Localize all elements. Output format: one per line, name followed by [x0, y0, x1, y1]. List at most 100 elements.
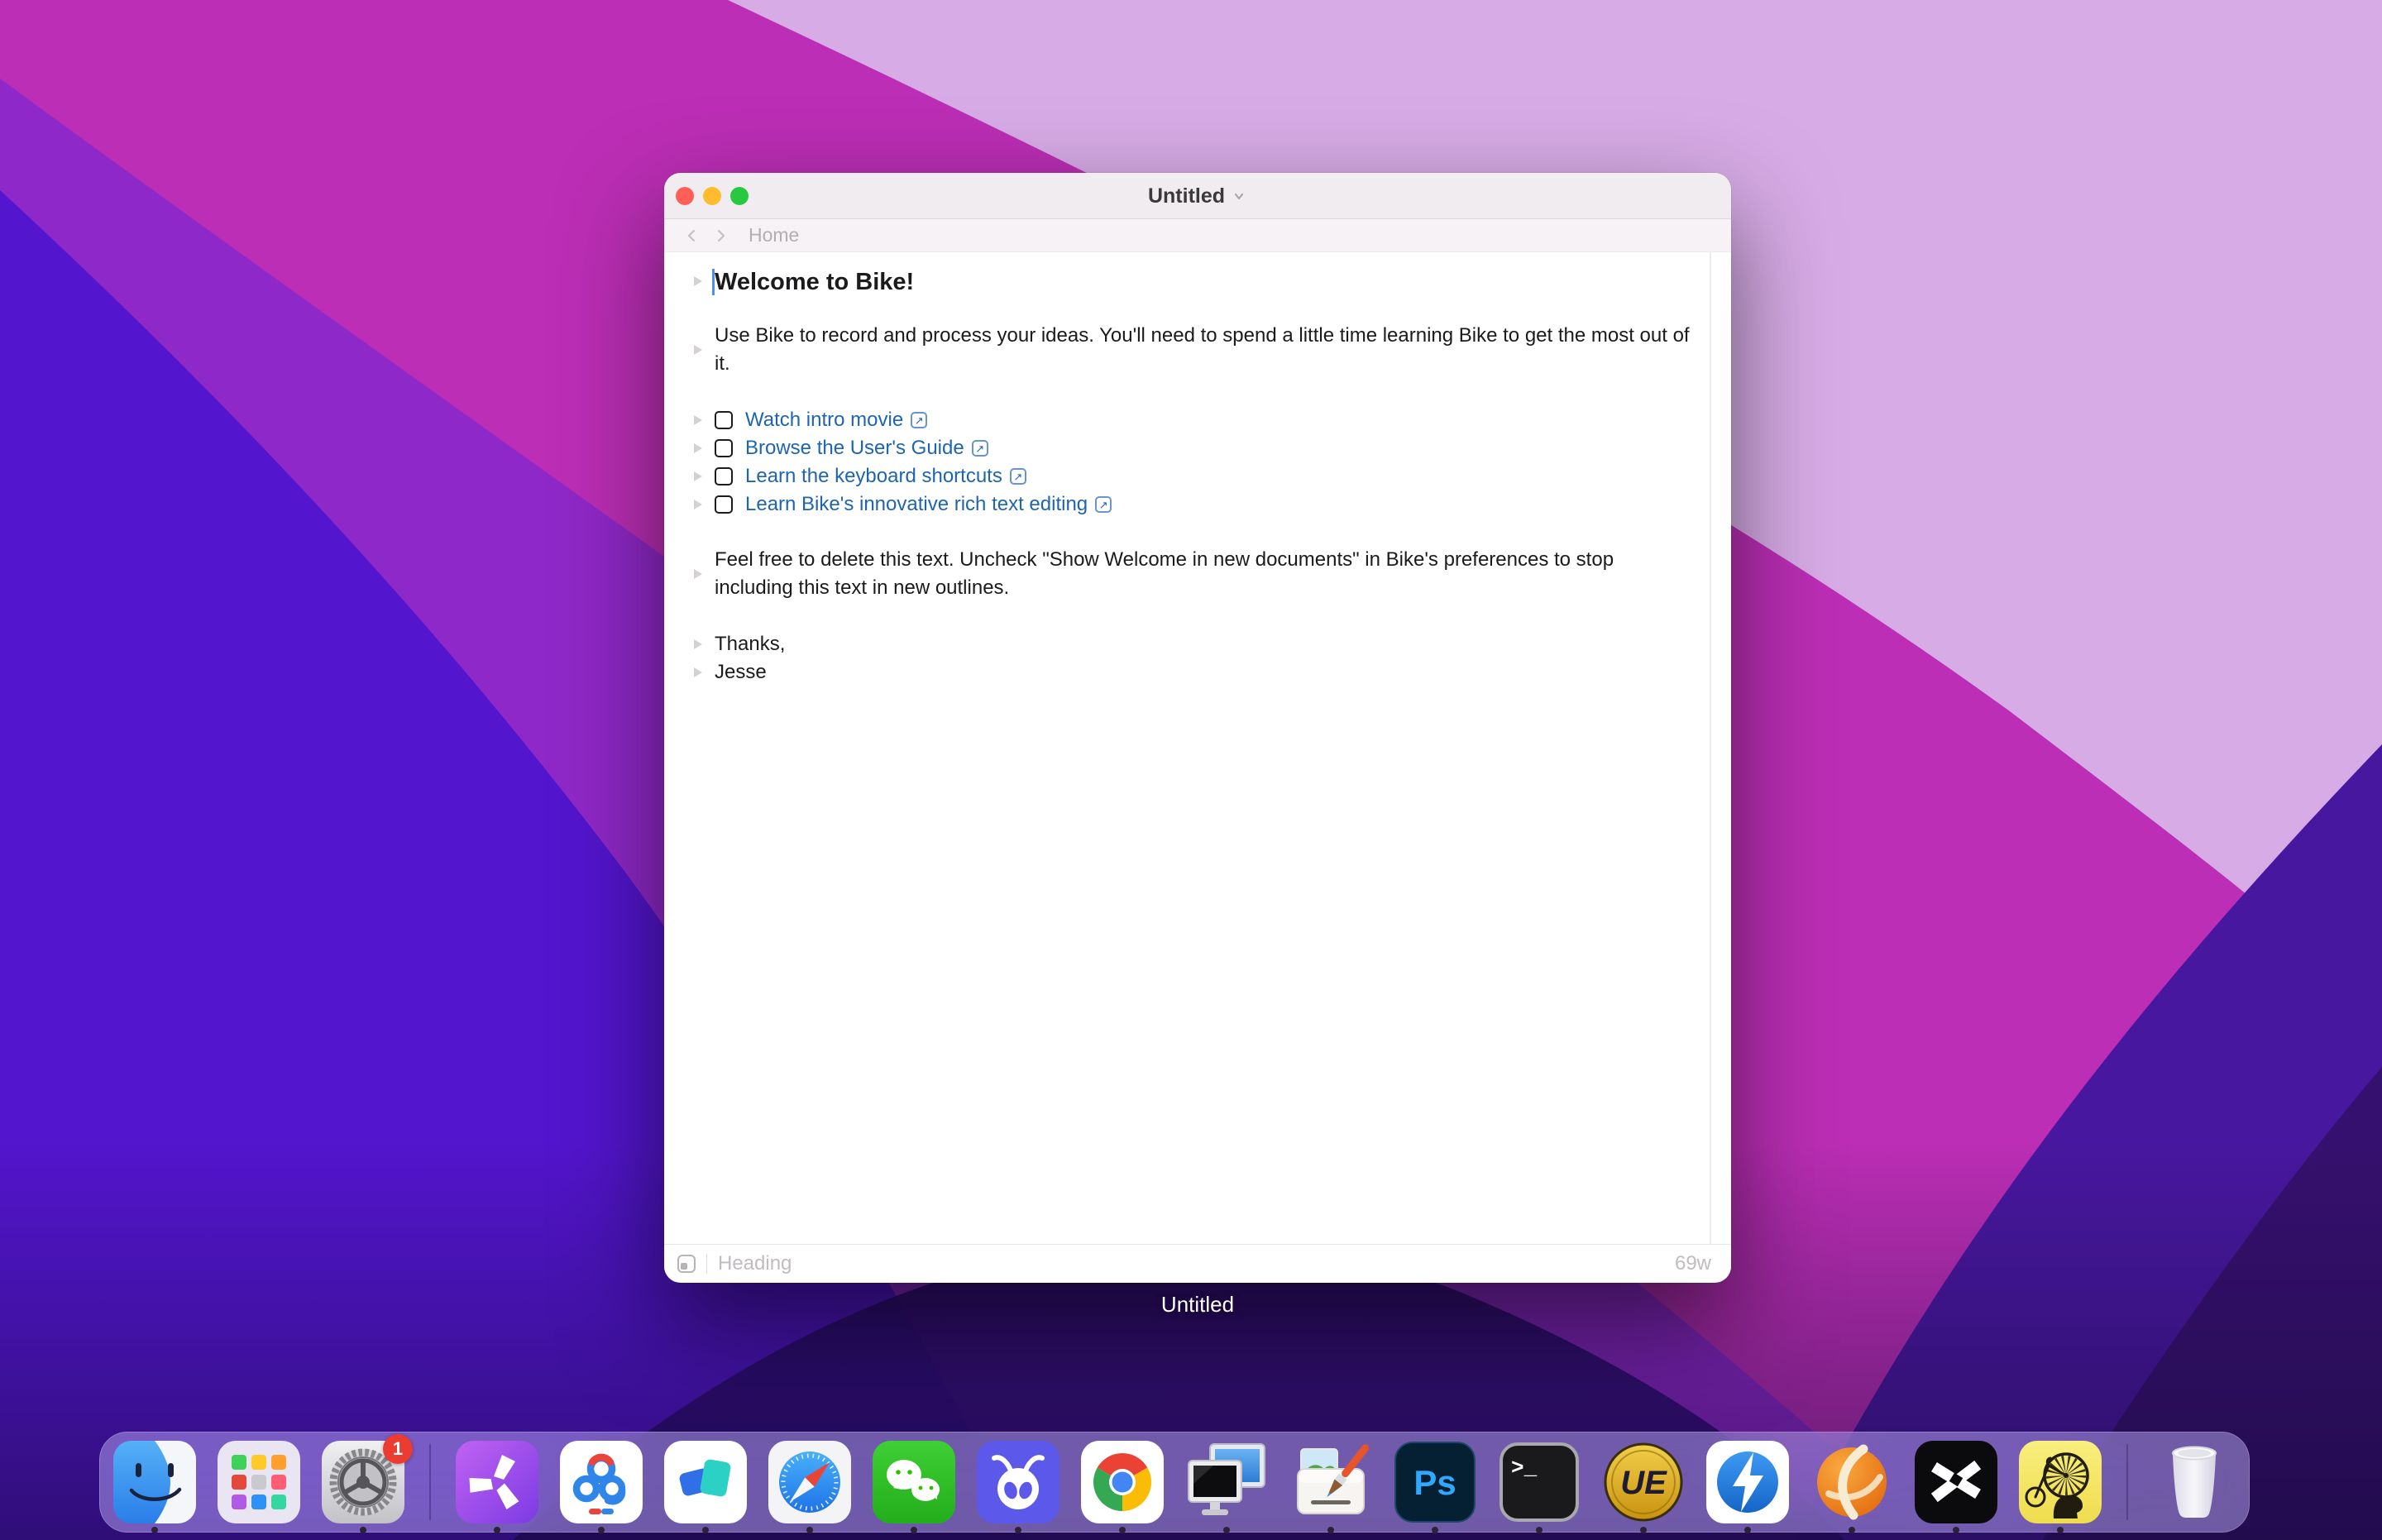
notification-badge: 1 — [383, 1434, 413, 1464]
dock-divider — [429, 1444, 431, 1520]
checkbox[interactable] — [715, 467, 733, 485]
dock-photoshop-icon[interactable]: Ps — [1394, 1441, 1476, 1523]
desktop-file-label: Untitled — [664, 1292, 1731, 1318]
closing-row[interactable]: Thanks, — [715, 630, 1691, 658]
disclosure-triangle-icon[interactable] — [694, 500, 702, 509]
closing-text[interactable]: Jesse — [715, 661, 767, 683]
disclosure-triangle-icon[interactable] — [694, 667, 702, 677]
closing-row[interactable]: Jesse — [715, 658, 1691, 686]
dock-chrome-icon[interactable] — [1081, 1441, 1164, 1523]
forward-button[interactable] — [712, 224, 740, 247]
running-indicator — [1744, 1527, 1751, 1533]
closing-text[interactable]: Thanks, — [715, 633, 785, 655]
running-indicator — [1432, 1527, 1438, 1533]
checklist-row[interactable]: Watch intro movie ↗ — [715, 406, 1691, 434]
dock-paint-app-icon[interactable] — [1289, 1441, 1372, 1523]
text-caret — [712, 269, 715, 295]
dock-safari-icon[interactable] — [768, 1441, 851, 1523]
disclosure-triangle-icon[interactable] — [694, 569, 702, 579]
dock-finder-icon[interactable] — [113, 1441, 196, 1523]
status-bar: Heading 69w — [664, 1244, 1731, 1282]
heading-row[interactable]: Welcome to Bike! — [715, 265, 1691, 299]
ue-logo-text: UE — [1620, 1465, 1667, 1501]
disclosure-triangle-icon[interactable] — [694, 443, 702, 453]
checklist: Watch intro movie ↗ Browse the User's Gu… — [715, 406, 1691, 519]
running-indicator — [1223, 1527, 1230, 1533]
chevron-down-icon[interactable] — [1231, 188, 1247, 204]
running-indicator — [911, 1527, 917, 1533]
external-link-icon[interactable]: ↗ — [972, 440, 988, 457]
dock-orange-ball-app-icon[interactable] — [1810, 1441, 1893, 1523]
dock-system-preferences-icon[interactable]: 1 — [322, 1441, 404, 1523]
running-indicator — [1536, 1527, 1543, 1533]
checkbox[interactable] — [715, 439, 733, 457]
paragraph-row[interactable]: Feel free to delete this text. Uncheck "… — [715, 546, 1691, 602]
running-indicator — [360, 1527, 366, 1533]
dock-lightning-app-icon[interactable] — [1706, 1441, 1789, 1523]
dock-launchpad-icon[interactable] — [218, 1441, 300, 1523]
row-type-label: Heading — [718, 1252, 792, 1275]
running-indicator — [494, 1527, 500, 1533]
right-gutter-line — [1710, 252, 1711, 1244]
ps-logo-text: Ps — [1413, 1463, 1456, 1502]
dock-remote-desktop-icon[interactable] — [1185, 1441, 1268, 1523]
link-keyboard-shortcuts[interactable]: Learn the keyboard shortcuts — [745, 462, 1002, 490]
external-link-icon[interactable]: ↗ — [1010, 468, 1026, 485]
running-indicator — [1953, 1527, 1959, 1533]
dock-capcut-icon[interactable] — [1915, 1441, 1997, 1523]
running-indicator — [1015, 1527, 1021, 1533]
disclosure-triangle-icon[interactable] — [694, 276, 702, 286]
disclosure-triangle-icon[interactable] — [694, 345, 702, 355]
disclosure-triangle-icon[interactable] — [694, 471, 702, 481]
disclosure-triangle-icon[interactable] — [694, 415, 702, 425]
dock: 1 — [99, 1432, 2250, 1533]
dock-pinwheel-app-icon[interactable] — [456, 1441, 538, 1523]
window-title: Untitled — [1148, 184, 1225, 208]
external-link-icon[interactable]: ↗ — [1095, 496, 1112, 513]
dock-ultraedit-icon[interactable]: UE — [1602, 1441, 1685, 1523]
outline-document: Welcome to Bike! Use Bike to record and … — [715, 265, 1691, 686]
focus-icon[interactable] — [677, 1255, 696, 1273]
running-indicator — [2057, 1527, 2064, 1533]
running-indicator — [1640, 1527, 1647, 1533]
checklist-row[interactable]: Learn Bike's innovative rich text editin… — [715, 490, 1691, 519]
bike-window: Untitled Home — [664, 173, 1731, 1283]
running-indicator — [1327, 1527, 1334, 1533]
dock-ant-app-icon[interactable] — [977, 1441, 1059, 1523]
dock-bike-icon[interactable] — [2019, 1441, 2102, 1523]
checklist-row[interactable]: Learn the keyboard shortcuts ↗ — [715, 462, 1691, 490]
dock-divider — [2126, 1444, 2128, 1520]
path-bar: Home — [664, 219, 1731, 252]
editor-area[interactable]: Welcome to Bike! Use Bike to record and … — [664, 252, 1731, 1244]
dock-terminal-icon[interactable]: >_ — [1498, 1441, 1581, 1523]
divider — [706, 1254, 707, 1274]
checkbox[interactable] — [715, 411, 733, 429]
link-watch-intro-movie[interactable]: Watch intro movie — [745, 406, 903, 434]
paragraph-text[interactable]: Feel free to delete this text. Uncheck "… — [715, 548, 1614, 599]
running-indicator — [1119, 1527, 1126, 1533]
terminal-prompt-text: >_ — [1511, 1456, 1538, 1480]
desktop: Untitled Home — [0, 0, 2382, 1540]
checklist-row[interactable]: Browse the User's Guide ↗ — [715, 434, 1691, 462]
titlebar[interactable]: Untitled — [664, 173, 1731, 219]
chevron-left-icon — [684, 227, 701, 244]
link-rich-text-editing[interactable]: Learn Bike's innovative rich text editin… — [745, 490, 1088, 519]
paragraph-row[interactable]: Use Bike to record and process your idea… — [715, 322, 1691, 378]
breadcrumb-home[interactable]: Home — [749, 224, 799, 246]
back-button[interactable] — [684, 224, 712, 247]
disclosure-triangle-icon[interactable] — [694, 639, 702, 649]
running-indicator — [702, 1527, 709, 1533]
checkbox[interactable] — [715, 495, 733, 514]
link-users-guide[interactable]: Browse the User's Guide — [745, 434, 964, 462]
running-indicator — [598, 1527, 605, 1533]
external-link-icon[interactable]: ↗ — [911, 412, 927, 428]
running-indicator — [1849, 1527, 1855, 1533]
dock-wechat-icon[interactable] — [873, 1441, 955, 1523]
dock-trash-icon[interactable] — [2153, 1441, 2236, 1523]
chevron-right-icon — [712, 227, 729, 244]
dock-baidu-netdisk-icon[interactable] — [560, 1441, 643, 1523]
running-indicator — [806, 1527, 813, 1533]
dock-todesk-icon[interactable] — [664, 1441, 747, 1523]
paragraph-text[interactable]: Use Bike to record and process your idea… — [715, 324, 1690, 375]
heading-text[interactable]: Welcome to Bike! — [715, 269, 914, 295]
